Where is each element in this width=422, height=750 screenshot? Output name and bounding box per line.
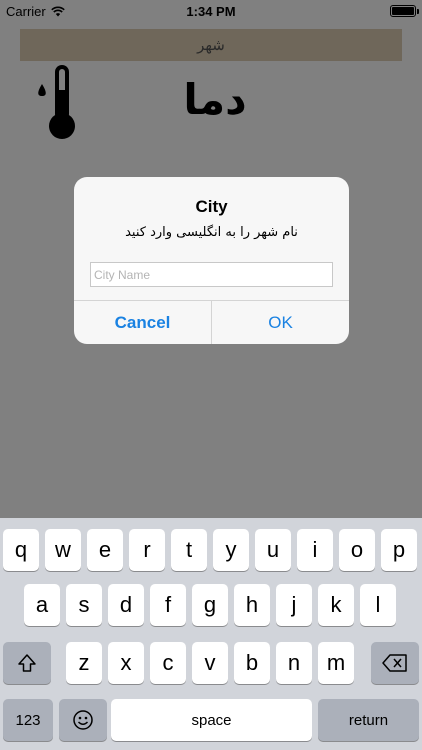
alert-title: City [195,197,228,216]
thermometer-icon [38,65,75,139]
key-n[interactable]: n [276,642,312,684]
key-z[interactable]: z [66,642,102,684]
battery-icon [390,5,419,17]
key-i[interactable]: i [297,529,333,571]
shift-icon [18,654,36,672]
key-a[interactable]: a [24,584,60,626]
key-q[interactable]: q [3,529,39,571]
key-b[interactable]: b [234,642,270,684]
key-m[interactable]: m [318,642,354,684]
key-w[interactable]: w [45,529,81,571]
city-button[interactable]: شهر [20,29,402,61]
key-h[interactable]: h [234,584,270,626]
key-y[interactable]: y [213,529,249,571]
key-e[interactable]: e [87,529,123,571]
alert-message: نام شهر را به انگلیسی وارد کنید [125,225,298,240]
emoji-key[interactable] [59,699,107,741]
key-r[interactable]: r [129,529,165,571]
alert-button-row: Cancel OK [74,300,349,344]
key-o[interactable]: o [339,529,375,571]
key-f[interactable]: f [150,584,186,626]
key-u[interactable]: u [255,529,291,571]
keyboard: q w e r t y u i o p a s d f g h j k l z … [0,518,422,750]
key-g[interactable]: g [192,584,228,626]
city-name-input[interactable] [90,262,333,287]
numbers-key[interactable]: 123 [3,699,53,741]
key-s[interactable]: s [66,584,102,626]
status-time: 1:34 PM [186,4,236,19]
key-v[interactable]: v [192,642,228,684]
key-c[interactable]: c [150,642,186,684]
ok-button[interactable]: OK [212,301,349,344]
status-bar: Carrier 1:34 PM [0,0,422,22]
return-key[interactable]: return [318,699,419,741]
delete-key[interactable] [371,642,419,684]
key-t[interactable]: t [171,529,207,571]
key-l[interactable]: l [360,584,396,626]
key-p[interactable]: p [381,529,417,571]
key-j[interactable]: j [276,584,312,626]
app-title: دما [183,75,247,124]
key-k[interactable]: k [318,584,354,626]
emoji-icon [73,710,93,730]
cancel-button[interactable]: Cancel [74,301,212,344]
shift-key[interactable] [3,642,51,684]
space-key[interactable]: space [111,699,312,741]
key-d[interactable]: d [108,584,144,626]
city-alert-dialog: City نام شهر را به انگلیسی وارد کنید Can… [74,177,349,344]
backspace-icon [382,654,407,672]
key-x[interactable]: x [108,642,144,684]
